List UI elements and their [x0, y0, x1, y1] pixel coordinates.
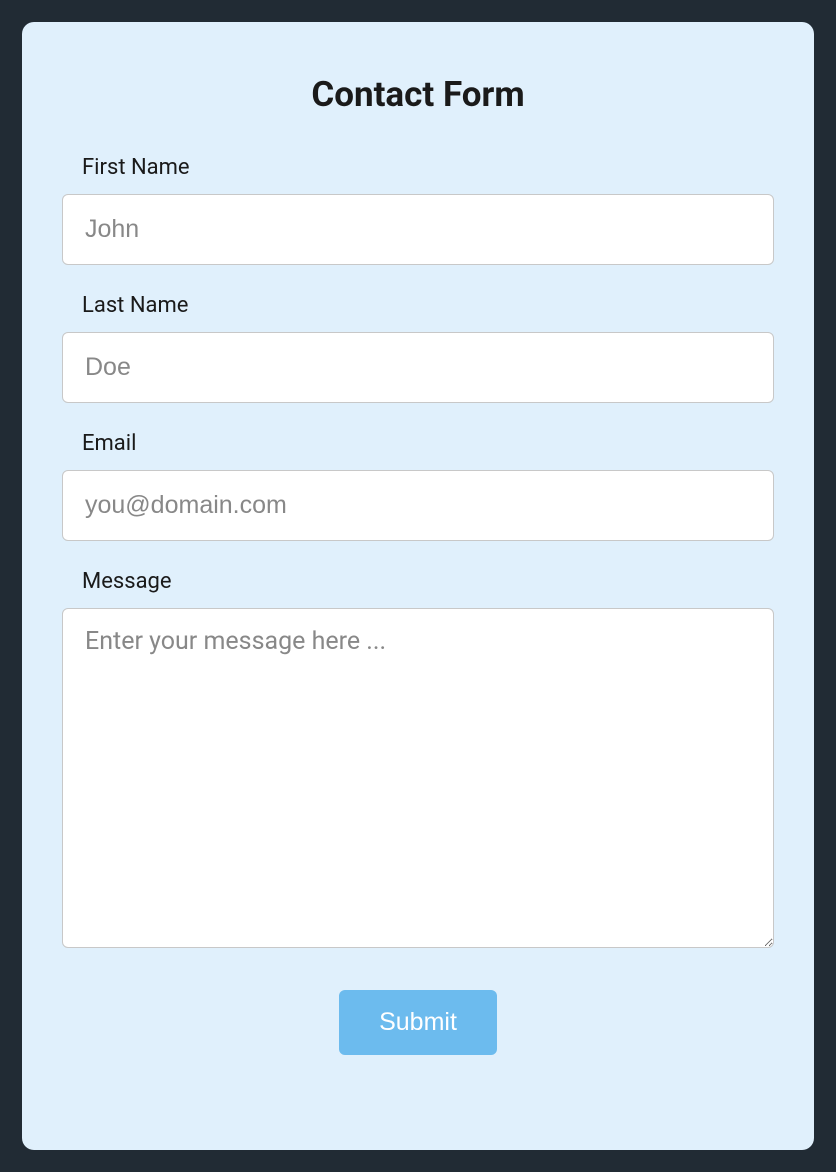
email-label: Email: [62, 431, 774, 456]
email-input[interactable]: [62, 470, 774, 541]
message-textarea[interactable]: [62, 608, 774, 948]
last-name-input[interactable]: [62, 332, 774, 403]
form-title: Contact Form: [62, 74, 774, 115]
last-name-group: Last Name: [62, 293, 774, 403]
last-name-label: Last Name: [62, 293, 774, 318]
submit-button[interactable]: Submit: [339, 990, 497, 1055]
message-label: Message: [62, 569, 774, 594]
first-name-group: First Name: [62, 155, 774, 265]
email-group: Email: [62, 431, 774, 541]
contact-form-card: Contact Form First Name Last Name Email …: [22, 22, 814, 1150]
submit-wrap: Submit: [62, 990, 774, 1055]
first-name-input[interactable]: [62, 194, 774, 265]
message-group: Message: [62, 569, 774, 952]
first-name-label: First Name: [62, 155, 774, 180]
